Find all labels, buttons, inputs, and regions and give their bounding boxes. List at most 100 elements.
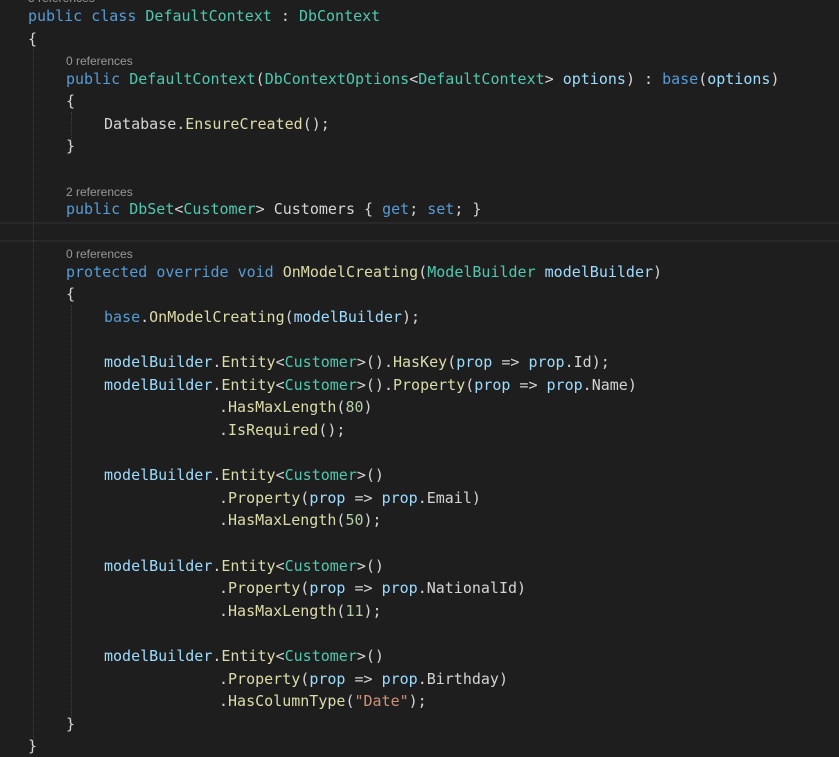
code-token: 80 bbox=[345, 398, 364, 416]
code-line[interactable]: .IsRequired(); bbox=[219, 419, 345, 441]
code-token: void bbox=[237, 263, 274, 281]
code-token: ) bbox=[627, 376, 637, 394]
code-token: "Date" bbox=[354, 692, 409, 710]
code-token: HasKey bbox=[393, 353, 448, 371]
code-token: Birthday bbox=[426, 670, 499, 688]
code-line[interactable]: { bbox=[66, 283, 75, 305]
code-line[interactable]: { bbox=[28, 28, 37, 50]
code-token: ); bbox=[591, 353, 610, 371]
code-token: . bbox=[219, 670, 229, 688]
code-token: => bbox=[345, 489, 382, 507]
code-token: . bbox=[564, 353, 574, 371]
code-line[interactable]: .Property(prop => prop.Birthday) bbox=[219, 668, 508, 690]
code-token: public bbox=[66, 200, 121, 218]
code-token: prop bbox=[474, 376, 511, 394]
code-line[interactable]: public DbSet<Customer> Customers { get; … bbox=[66, 198, 481, 220]
code-line[interactable]: .HasColumnType("Date"); bbox=[219, 690, 427, 712]
code-token: Customer bbox=[284, 557, 357, 575]
code-token: Entity bbox=[221, 353, 276, 371]
code-token: => bbox=[492, 353, 529, 371]
code-token: prop bbox=[528, 353, 565, 371]
code-token: DbContext bbox=[298, 7, 381, 25]
code-token: } bbox=[28, 737, 38, 755]
code-token: modelBuilder bbox=[104, 353, 213, 371]
code-line[interactable]: .Property(prop => prop.Email) bbox=[219, 487, 481, 509]
code-line[interactable]: modelBuilder.Entity<Customer>() bbox=[104, 645, 384, 667]
code-token: ( bbox=[447, 353, 457, 371]
code-line[interactable]: base.OnModelCreating(modelBuilder); bbox=[104, 306, 420, 328]
code-token: ( bbox=[300, 670, 310, 688]
code-token: modelBuilder bbox=[544, 263, 654, 281]
code-token: Database bbox=[104, 115, 177, 133]
code-line[interactable]: { bbox=[66, 90, 75, 112]
code-token: ( bbox=[698, 70, 708, 88]
code-token: EnsureCreated bbox=[185, 115, 303, 133]
code-line[interactable]: } bbox=[28, 735, 37, 757]
code-token: . bbox=[176, 115, 186, 133]
code-token: Property bbox=[393, 376, 466, 394]
code-token: ); bbox=[363, 511, 382, 529]
code-token: >() bbox=[356, 557, 384, 575]
code-token: } bbox=[66, 715, 76, 733]
code-token: Entity bbox=[221, 647, 276, 665]
code-line[interactable]: modelBuilder. Entity<Customer>().Property… bbox=[104, 374, 637, 396]
code-line[interactable]: modelBuilder.Entity<Customer>() bbox=[104, 555, 384, 577]
code-line[interactable]: } bbox=[66, 135, 75, 157]
code-token: Property bbox=[228, 670, 301, 688]
code-token: . bbox=[219, 421, 229, 439]
code-line[interactable]: public class DefaultContext : DbContext bbox=[28, 5, 380, 27]
code-line[interactable]: } bbox=[66, 713, 75, 735]
code-token: DbContextOptions bbox=[264, 70, 410, 88]
code-editor[interactable]: 3 referencespublic class DefaultContext … bbox=[0, 0, 839, 757]
code-token: (); bbox=[318, 421, 346, 439]
code-token: options bbox=[562, 70, 626, 88]
code-token: ) bbox=[517, 579, 527, 597]
code-token: => bbox=[345, 579, 382, 597]
code-token: HasMaxLength bbox=[228, 511, 337, 529]
code-line[interactable]: .HasMaxLength(11); bbox=[219, 600, 382, 622]
code-token: >(). bbox=[356, 376, 393, 394]
code-token: >(). bbox=[356, 353, 393, 371]
code-token: prop bbox=[381, 670, 418, 688]
code-token: ); bbox=[408, 692, 427, 710]
code-token: modelBuilder bbox=[104, 466, 213, 484]
code-line[interactable]: .HasMaxLength(80) bbox=[219, 396, 373, 418]
code-token: . bbox=[417, 489, 427, 507]
code-token: . bbox=[417, 670, 427, 688]
codelens-references[interactable]: 0 references bbox=[66, 246, 133, 262]
code-line[interactable]: public DefaultContext(DbContextOptions<D… bbox=[66, 68, 779, 90]
code-token: . bbox=[140, 308, 150, 326]
code-line[interactable]: modelBuilder.Entity<Customer>() bbox=[104, 464, 384, 486]
code-token: < bbox=[275, 647, 285, 665]
code-token: ( bbox=[300, 489, 310, 507]
code-line[interactable]: Database.EnsureCreated(); bbox=[104, 113, 330, 135]
code-token: . bbox=[219, 692, 229, 710]
code-token: HasColumnType bbox=[228, 692, 346, 710]
code-token: ModelBuilder bbox=[427, 263, 536, 281]
code-token: DefaultContext bbox=[145, 7, 272, 25]
code-token: override bbox=[156, 263, 229, 281]
code-token: { bbox=[66, 92, 76, 110]
code-token: Id bbox=[573, 353, 592, 371]
code-token: ( bbox=[255, 70, 265, 88]
code-line[interactable]: modelBuilder.Entity<Customer>().HasKey(p… bbox=[104, 351, 610, 373]
indent-guide bbox=[71, 305, 72, 723]
code-token: Customer bbox=[284, 353, 357, 371]
code-token: ( bbox=[300, 579, 310, 597]
code-token: < bbox=[275, 466, 285, 484]
code-token: base bbox=[104, 308, 141, 326]
code-token: . bbox=[219, 579, 229, 597]
code-token: Property bbox=[228, 579, 301, 597]
code-line[interactable]: .Property(prop => prop.NationalId) bbox=[219, 577, 526, 599]
code-line[interactable]: .HasMaxLength(50); bbox=[219, 509, 382, 531]
code-token: DefaultContext bbox=[418, 70, 545, 88]
indent-guide bbox=[33, 45, 34, 745]
code-token: protected bbox=[66, 263, 148, 281]
code-token: modelBuilder bbox=[293, 308, 403, 326]
codelens-references[interactable]: 0 references bbox=[66, 53, 133, 69]
code-token: Entity bbox=[221, 466, 276, 484]
code-line[interactable]: protected override void OnModelCreating(… bbox=[66, 261, 662, 283]
code-token: prop bbox=[309, 489, 346, 507]
